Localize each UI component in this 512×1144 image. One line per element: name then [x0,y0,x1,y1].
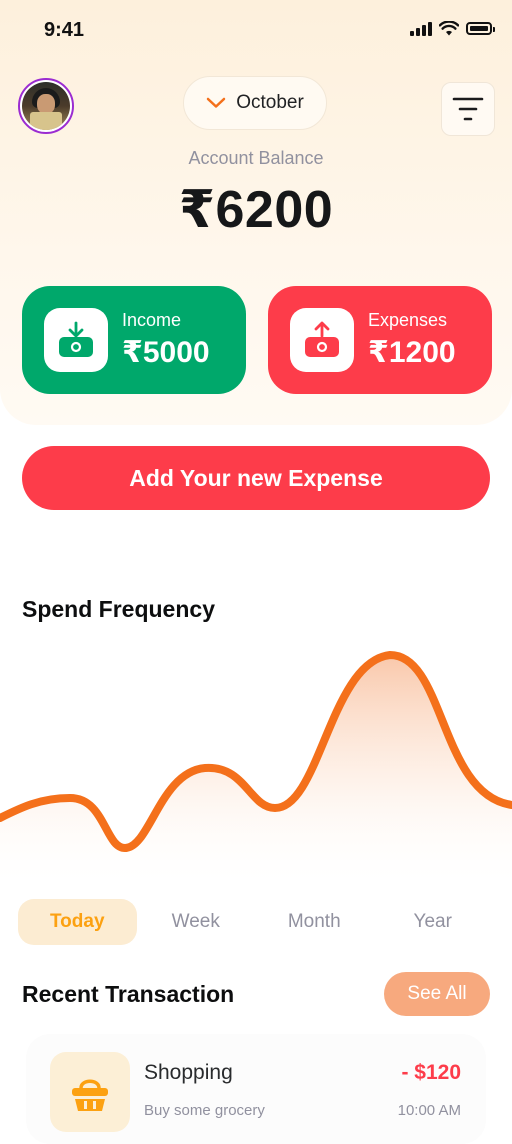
filter-menu-icon [452,97,484,121]
tab-week[interactable]: Week [137,899,256,945]
tab-year[interactable]: Year [374,899,493,945]
spend-frequency-title: Spend Frequency [22,596,215,622]
tab-month[interactable]: Month [255,899,374,945]
wifi-icon [439,21,459,36]
income-label: Income [122,310,182,330]
transaction-description: Buy some grocery [144,1102,265,1119]
month-selector[interactable]: October [183,76,327,130]
transaction-amount: - $120 [401,1061,461,1084]
filter-menu-button[interactable] [441,82,495,136]
tab-today[interactable]: Today [18,899,137,945]
balance-value: ₹6200 [178,181,334,239]
expense-amount: ₹1200 [368,336,456,369]
status-time: 9:41 [44,19,85,41]
see-all-button[interactable]: See All [384,972,490,1016]
status-icons [410,21,495,36]
income-card[interactable]: Income ₹5000 [22,286,246,394]
user-avatar[interactable] [18,78,74,134]
recent-transaction-title: Recent Transaction [22,981,235,1007]
add-expense-button[interactable]: Add Your new Expense [22,446,490,510]
balance-label: Account Balance [188,148,324,168]
battery-icon [466,22,495,35]
spend-frequency-chart [0,650,512,890]
income-icon-box [44,308,108,372]
expense-card[interactable]: Expenses ₹1200 [268,286,492,394]
month-label: October [236,92,304,113]
transaction-icon-box [50,1052,130,1132]
income-wallet-icon [59,321,93,357]
expense-label: Expenses [368,310,448,330]
avatar-photo [22,82,70,130]
expense-icon-box [290,308,354,372]
transaction-time: 10:00 AM [397,1102,461,1119]
signal-bars-icon [410,21,432,36]
spend-chart-area [0,655,512,890]
shopping-basket-icon [72,1079,108,1111]
expense-wallet-icon [305,321,339,357]
period-tabs: Today Week Month Year [18,898,492,946]
transaction-item[interactable]: Shopping - $120 Buy some grocery 10:00 A… [26,1034,486,1144]
transaction-name: Shopping [144,1061,233,1084]
status-bar: 9:41 [0,0,512,60]
income-amount: ₹5000 [122,336,210,369]
chevron-down-icon [206,97,226,108]
